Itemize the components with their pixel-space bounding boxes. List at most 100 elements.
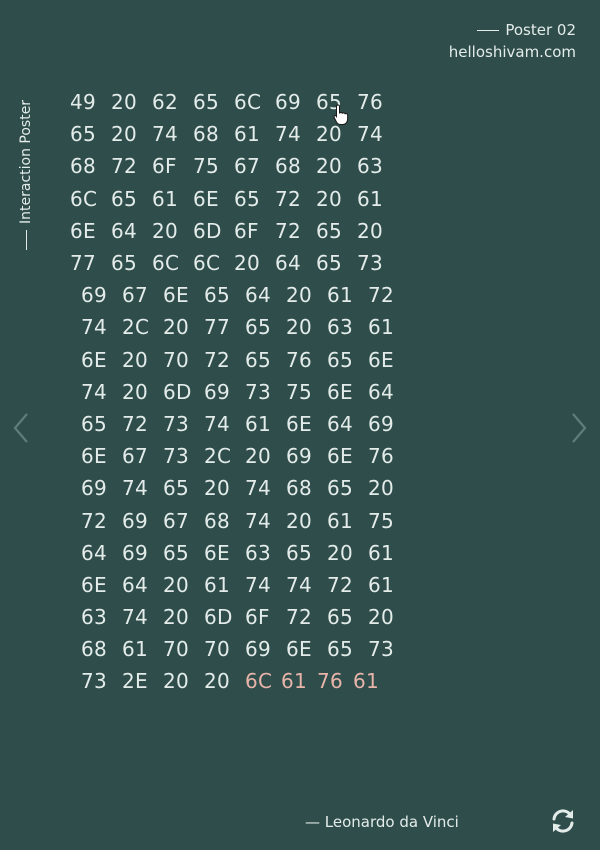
hex-cell: 65: [111, 251, 138, 276]
side-title: Interaction Poster: [18, 100, 34, 250]
hex-row: 68 72 6F 75 67 68 20 63: [70, 150, 430, 182]
hex-cell: 20: [316, 186, 343, 211]
hex-cell: 74: [245, 508, 272, 533]
hex-cell: 6C: [234, 90, 262, 115]
hex-cell: 63: [357, 154, 384, 179]
hex-cell: 72: [327, 572, 354, 597]
hex-cell-highlight: 61: [281, 669, 308, 694]
hex-cell: 61: [122, 637, 149, 662]
hex-cell: 6E: [81, 444, 107, 469]
hex-cell: 2E: [122, 669, 148, 694]
hex-cell: 64: [122, 572, 149, 597]
hex-cell: 6E: [81, 347, 107, 372]
hex-row: 74 2C 20 77 65 20 63 61: [70, 311, 430, 343]
hex-cell: 69: [204, 379, 231, 404]
hex-cell-highlight: 76: [317, 669, 344, 694]
hex-cell: 70: [163, 347, 190, 372]
hex-cell: 63: [81, 605, 108, 630]
hex-cell: 6F: [234, 218, 259, 243]
hex-row: 64 69 65 6E 63 65 20 61: [70, 537, 430, 569]
hex-cell: 72: [204, 347, 231, 372]
hex-cell: 20: [163, 669, 190, 694]
hex-cell: 73: [357, 251, 384, 276]
hex-cell: 68: [275, 154, 302, 179]
hex-cell: 61: [327, 508, 354, 533]
hex-cell: 64: [368, 379, 395, 404]
hex-cell: 6D: [204, 605, 233, 630]
quote-attribution: — Leonardo da Vinci: [305, 813, 459, 831]
hex-cell: 61: [204, 572, 231, 597]
hex-cell: 20: [286, 508, 313, 533]
hex-cell: 65: [245, 315, 272, 340]
hex-cell: 20: [122, 347, 149, 372]
hex-cell: 65: [204, 283, 231, 308]
hex-cell: 67: [163, 508, 190, 533]
hex-cell: 20: [204, 476, 231, 501]
hex-row: 69 67 6E 65 64 20 61 72: [70, 279, 430, 311]
hex-row: 6E 64 20 6D 6F 72 65 20: [70, 215, 430, 247]
hex-cell: 6D: [193, 218, 222, 243]
hex-cell: 74: [204, 411, 231, 436]
hex-cell: 72: [81, 508, 108, 533]
dash-icon: [25, 230, 27, 250]
hex-cell: 65: [327, 347, 354, 372]
hex-cell: 6D: [163, 379, 192, 404]
hex-cell: 64: [327, 411, 354, 436]
hex-cell: 75: [368, 508, 395, 533]
site-link[interactable]: helloshivam.com: [449, 41, 576, 63]
hex-cell: 20: [245, 444, 272, 469]
hex-cell: 65: [70, 122, 97, 147]
hex-cell: 74: [122, 605, 149, 630]
hex-cell: 61: [327, 283, 354, 308]
hex-cell: 74: [81, 315, 108, 340]
hex-cell-highlight: 6C: [245, 669, 273, 694]
hex-cell: 6E: [81, 572, 107, 597]
hex-cell: 6E: [70, 218, 96, 243]
hex-cell: 72: [275, 218, 302, 243]
previous-button[interactable]: [10, 410, 32, 446]
hex-cell: 76: [286, 347, 313, 372]
hex-cell: 65: [193, 90, 220, 115]
hex-cell: 20: [234, 251, 261, 276]
hex-cell: 20: [368, 476, 395, 501]
hex-cell: 6F: [245, 605, 270, 630]
hex-cell: 77: [70, 251, 97, 276]
hex-cell: 6E: [327, 379, 353, 404]
hex-cell: 69: [286, 444, 313, 469]
hex-cell: 20: [204, 669, 231, 694]
hex-cell: 2C: [122, 315, 150, 340]
hex-row: 63 74 20 6D 6F 72 65 20: [70, 601, 430, 633]
hex-cell: 68: [204, 508, 231, 533]
hex-cell: 20: [368, 605, 395, 630]
hex-row: 77 65 6C 6C 20 64 65 73: [70, 247, 430, 279]
hex-cell: 67: [234, 154, 261, 179]
hex-cell: 6E: [286, 637, 312, 662]
hex-cell: 61: [368, 540, 395, 565]
refresh-button[interactable]: [548, 806, 578, 836]
hex-row: 68 61 70 70 69 6E 65 73: [70, 633, 430, 665]
hex-cell: 6E: [327, 444, 353, 469]
hex-row: 49 20 62 65 6C 69 65 76: [70, 86, 430, 118]
hex-cell: 77: [204, 315, 231, 340]
hex-cell: 68: [193, 122, 220, 147]
hex-cell: 73: [368, 637, 395, 662]
hex-cell: 6E: [204, 540, 230, 565]
hex-cell: 20: [152, 218, 179, 243]
hex-cell: 65: [111, 186, 138, 211]
hex-cell: 73: [163, 444, 190, 469]
hex-cell: 68: [70, 154, 97, 179]
hex-cell: 76: [368, 444, 395, 469]
next-button[interactable]: [568, 410, 590, 446]
hex-cell: 6E: [193, 186, 219, 211]
hex-cell: 6E: [368, 347, 394, 372]
hex-cell: 6E: [286, 411, 312, 436]
hex-cell: 69: [122, 508, 149, 533]
hex-cell: 69: [81, 283, 108, 308]
hex-row: 74 20 6D 69 73 75 6E 64: [70, 376, 430, 408]
hex-grid: 49 20 62 65 6C 69 65 76 65 20 74 68 61 74 20 74 68 72 6F 75…: [70, 86, 430, 698]
hex-cell: 75: [193, 154, 220, 179]
hex-cell: 74: [81, 379, 108, 404]
hex-cell: 6F: [152, 154, 177, 179]
chevron-right-icon: [572, 413, 587, 443]
hex-cell: 6C: [152, 251, 180, 276]
